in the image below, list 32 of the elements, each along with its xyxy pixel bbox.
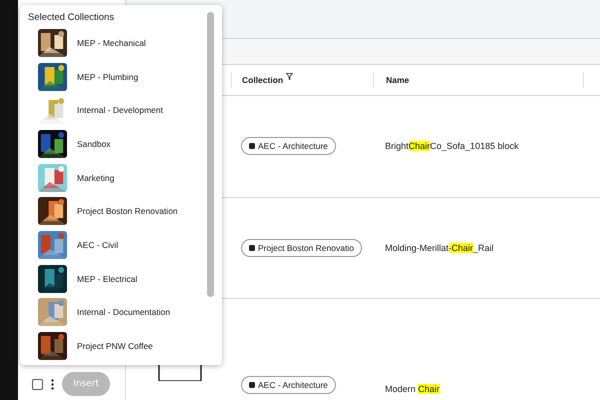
more-icon[interactable] bbox=[51, 378, 54, 390]
collection-tag: AEC - Architecture bbox=[241, 137, 336, 156]
collection-item[interactable]: Marketing bbox=[20, 160, 222, 194]
collection-label: Internal - Development bbox=[77, 105, 163, 116]
collection-item[interactable]: MEP - Electrical bbox=[20, 262, 222, 296]
select-all-checkbox[interactable] bbox=[32, 378, 43, 390]
collection-label: Marketing bbox=[77, 172, 114, 183]
collection-label: Project PNW Coffee bbox=[77, 341, 153, 352]
collection-item[interactable]: MEP - Plumbing bbox=[20, 60, 222, 94]
collection-label: AEC - Civil bbox=[77, 240, 118, 250]
collection-label: Project Boston Renovation bbox=[77, 206, 178, 216]
menu-title: Selected Collections bbox=[27, 11, 116, 25]
collection-item[interactable]: Internal - Development bbox=[20, 93, 222, 128]
asset-name[interactable]: BrightChairCo_Sofa_10185 block bbox=[385, 141, 519, 152]
collection-item[interactable]: Internal - Documentation bbox=[20, 296, 222, 330]
collection-tag: Project Boston Renovatio bbox=[241, 238, 362, 257]
collection-item[interactable]: MEP - Mechanical bbox=[20, 26, 222, 60]
collection-label: MEP - Mechanical bbox=[77, 38, 146, 48]
scrollbar[interactable] bbox=[207, 12, 214, 297]
column-header[interactable]: Name bbox=[386, 74, 410, 85]
collection-label: MEP - Electrical bbox=[77, 274, 138, 284]
collection-tag: AEC - Architecture bbox=[241, 376, 336, 394]
collection-item[interactable]: AEC - Civil bbox=[20, 228, 222, 262]
collection-item[interactable]: Project Boston Renovation bbox=[20, 194, 222, 228]
collection-label: Internal - Documentation bbox=[77, 307, 170, 318]
collection-label: MEP - Plumbing bbox=[77, 72, 138, 82]
filter-icon[interactable] bbox=[286, 72, 294, 80]
asset-name[interactable]: Modern Chair bbox=[385, 384, 440, 394]
collection-item[interactable]: Project PNW Coffee bbox=[20, 329, 222, 363]
collection-item[interactable]: Sandbox bbox=[20, 127, 222, 161]
collection-label: Sandbox bbox=[77, 138, 111, 149]
column-header[interactable]: Collection bbox=[242, 74, 284, 85]
